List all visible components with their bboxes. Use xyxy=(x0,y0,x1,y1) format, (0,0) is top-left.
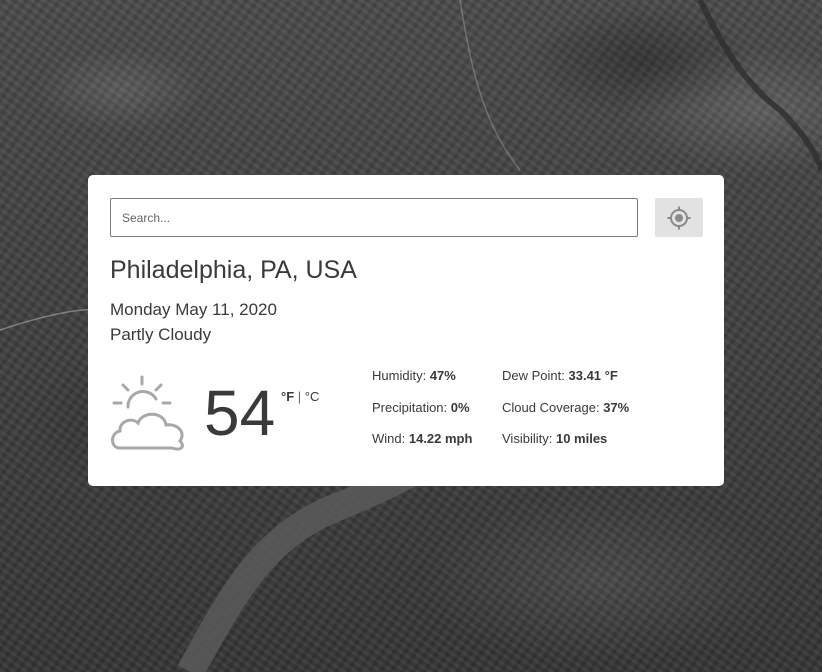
visibility-label: Visibility: xyxy=(502,431,553,446)
precipitation-value: 0% xyxy=(450,400,470,415)
wind-stat: Wind: 14.22 mph xyxy=(372,431,472,446)
locate-button[interactable] xyxy=(655,198,703,237)
cloud-coverage-label: Cloud Coverage: xyxy=(502,400,600,415)
wind-value: 14.22 mph xyxy=(408,431,473,446)
location-title: Philadelphia, PA, USA xyxy=(110,256,357,284)
humidity-label: Humidity: xyxy=(372,368,427,383)
visibility-stat: Visibility: 10 miles xyxy=(502,431,607,446)
precipitation-stat: Precipitation: 0% xyxy=(372,400,470,415)
unit-separator: | xyxy=(297,389,302,404)
unit-toggle: °F | °C xyxy=(281,389,319,404)
forecast-date: Monday May 11, 2020 xyxy=(110,300,277,319)
temperature-value: 54 xyxy=(204,377,276,449)
cloud-coverage-value: 37% xyxy=(603,400,630,415)
unit-celsius-toggle[interactable]: °C xyxy=(305,389,320,404)
humidity-value: 47% xyxy=(429,368,456,383)
unit-fahrenheit-toggle[interactable]: °F xyxy=(281,389,294,404)
dew-point-stat: Dew Point: 33.41 °F xyxy=(502,368,618,383)
precipitation-label: Precipitation: xyxy=(372,400,448,415)
humidity-stat: Humidity: 47% xyxy=(372,368,456,383)
crosshair-icon xyxy=(667,206,691,229)
cloud-coverage-stat: Cloud Coverage: 37% xyxy=(502,400,629,415)
search-input[interactable] xyxy=(110,198,638,237)
visibility-value: 10 miles xyxy=(555,431,608,446)
weather-card: Philadelphia, PA, USA Monday May 11, 202… xyxy=(88,175,724,486)
partly-cloudy-icon xyxy=(111,375,184,451)
wind-label: Wind: xyxy=(372,431,406,446)
dew-point-value: 33.41 °F xyxy=(568,368,618,383)
dew-point-label: Dew Point: xyxy=(502,368,565,383)
weather-condition: Partly Cloudy xyxy=(110,325,212,344)
